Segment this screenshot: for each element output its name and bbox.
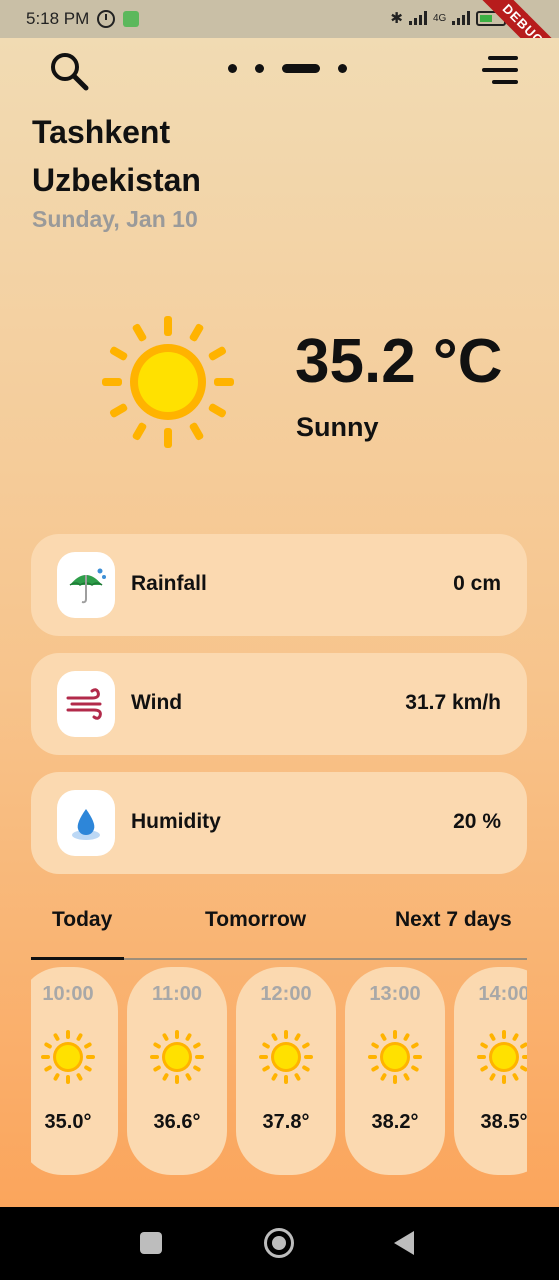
- hour-temperature: 38.5°: [480, 1111, 527, 1133]
- water-drop-icon: [57, 790, 115, 856]
- network-type: 4G: [432, 12, 447, 24]
- system-navigation-bar: [0, 1207, 559, 1280]
- umbrella-rain-icon: [57, 552, 115, 618]
- rainfall-label: Rainfall: [131, 572, 207, 595]
- hour-time: 13:00: [369, 983, 421, 1005]
- tab-today[interactable]: Today: [52, 908, 112, 932]
- back-button[interactable]: [394, 1231, 414, 1255]
- humidity-label: Humidity: [131, 810, 221, 833]
- home-button[interactable]: [264, 1228, 294, 1258]
- tab-indicator: [31, 957, 124, 960]
- page-dot: [228, 64, 237, 73]
- sun-icon: [102, 316, 234, 448]
- hour-card[interactable]: 10:00 35.0°: [31, 967, 118, 1175]
- signal-icon: [408, 11, 427, 25]
- hour-temperature: 35.0°: [44, 1111, 92, 1133]
- country-name: Uzbekistan: [32, 162, 201, 198]
- signal-icon-2: [452, 11, 471, 25]
- bluetooth-icon: ✱: [390, 10, 403, 27]
- weather-screen: Tashkent Uzbekistan Sunday, Jan 10 35.2 …: [0, 38, 559, 1207]
- rainfall-value: 0 cm: [453, 572, 501, 595]
- page-dot: [255, 64, 264, 73]
- tab-next-7-days[interactable]: Next 7 days: [395, 908, 512, 932]
- humidity-value: 20 %: [453, 810, 501, 833]
- page-dot-active: [282, 64, 320, 73]
- hour-time: 12:00: [260, 983, 312, 1005]
- sun-icon: [259, 1030, 313, 1084]
- recent-apps-button[interactable]: [140, 1232, 162, 1254]
- hour-card[interactable]: 11:00 36.6°: [127, 967, 227, 1175]
- wind-card[interactable]: Wind 31.7 km/h: [31, 653, 527, 755]
- hour-card[interactable]: 12:00 37.8°: [236, 967, 336, 1175]
- weather-condition: Sunny: [296, 412, 379, 442]
- hour-time: 14:00: [478, 983, 527, 1005]
- hour-temperature: 37.8°: [262, 1111, 310, 1133]
- date-label: Sunday, Jan 10: [32, 206, 198, 232]
- hour-card[interactable]: 13:00 38.2°: [345, 967, 445, 1175]
- notification-app-icon: [123, 11, 140, 27]
- sun-icon: [477, 1030, 527, 1084]
- hourly-forecast-list[interactable]: 10:00 35.0° 11:00 36.6° 12:00 37.8° 13:0…: [31, 967, 527, 1177]
- search-icon[interactable]: [48, 50, 90, 92]
- page-indicator[interactable]: [228, 64, 347, 73]
- sun-icon: [368, 1030, 422, 1084]
- hour-time: 10:00: [42, 983, 94, 1005]
- hour-temperature: 38.2°: [371, 1111, 419, 1133]
- status-bar: 5:18 PM ✱ 4G 46 DEBUG: [0, 0, 559, 38]
- alarm-icon: [97, 10, 116, 28]
- hour-temperature: 36.6°: [153, 1111, 201, 1133]
- status-time: 5:18 PM: [26, 9, 90, 28]
- city-name: Tashkent: [32, 114, 171, 150]
- wind-value: 31.7 km/h: [405, 691, 501, 714]
- forecast-tabs: Today Tomorrow Next 7 days: [31, 900, 527, 960]
- hour-time: 11:00: [151, 983, 203, 1005]
- wind-icon: [57, 671, 115, 737]
- top-bar: [0, 38, 559, 108]
- tab-tomorrow[interactable]: Tomorrow: [205, 908, 306, 932]
- humidity-card[interactable]: Humidity 20 %: [31, 772, 527, 874]
- hour-card[interactable]: 14:00 38.5°: [454, 967, 527, 1175]
- sun-icon: [41, 1030, 95, 1084]
- page-dot: [338, 64, 347, 73]
- sun-icon: [150, 1030, 204, 1084]
- current-temperature: 35.2 °C: [295, 327, 503, 396]
- menu-icon[interactable]: [482, 50, 522, 90]
- wind-label: Wind: [131, 691, 183, 714]
- rainfall-card[interactable]: Rainfall 0 cm: [31, 534, 527, 636]
